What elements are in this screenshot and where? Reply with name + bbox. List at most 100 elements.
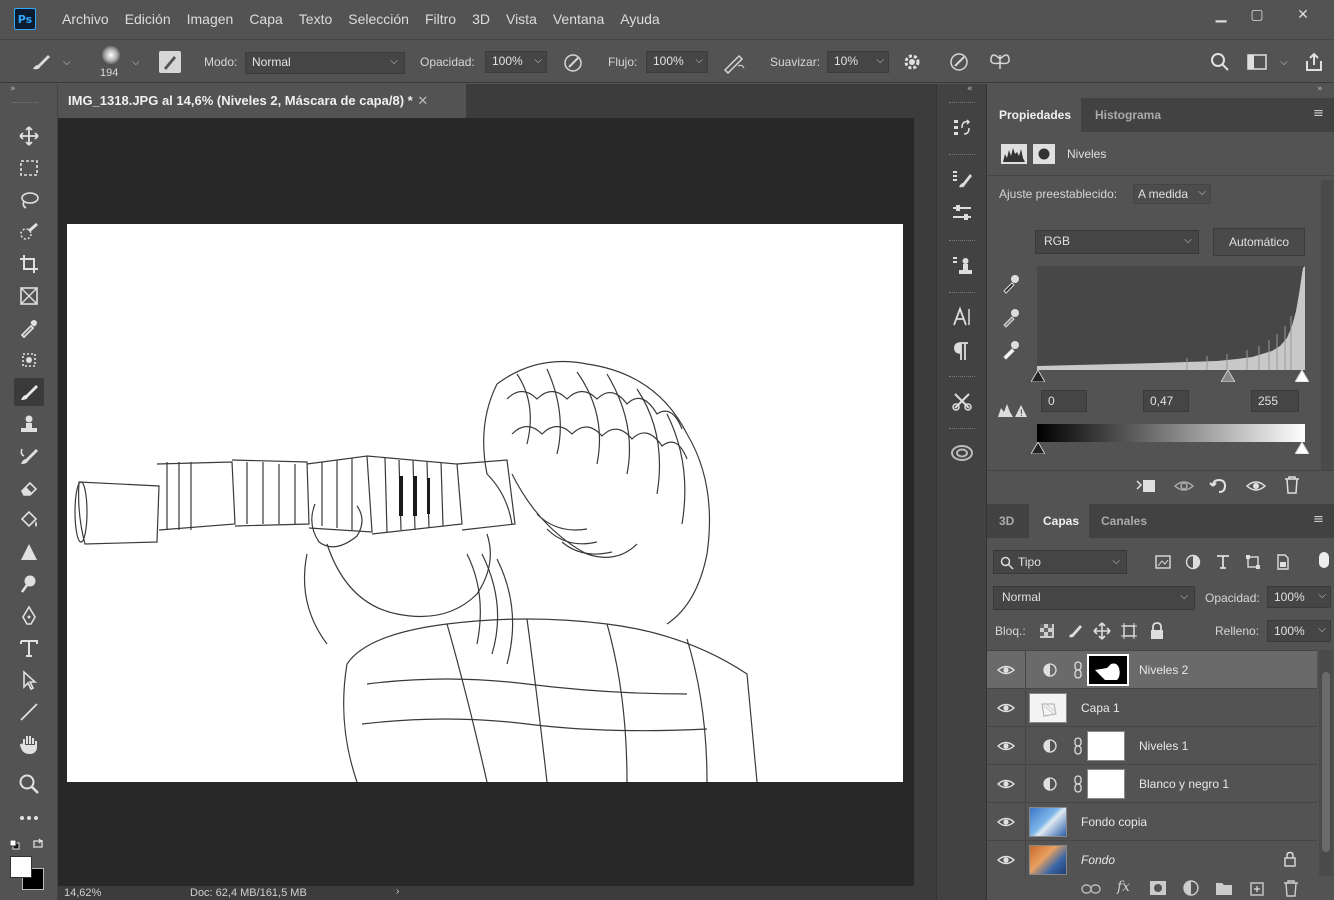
layer-row-niveles-2[interactable]: Niveles 2 — [987, 651, 1317, 689]
brush-settings-panel-icon[interactable] — [159, 51, 181, 73]
paint-bucket-tool-icon[interactable] — [14, 506, 44, 534]
black-point-eyedropper-icon[interactable] — [1001, 272, 1021, 294]
input-black-slider-handle[interactable] — [1031, 370, 1045, 382]
filter-type-layer-icon[interactable] — [1215, 553, 1231, 569]
menu-archivo[interactable]: Archivo — [62, 11, 109, 27]
lock-image-pixels-icon[interactable] — [1067, 623, 1083, 639]
default-colors-icon[interactable] — [10, 840, 20, 850]
workspace-chevron-down-icon[interactable]: ⌵ — [1280, 57, 1288, 68]
view-previous-state-icon[interactable] — [1173, 477, 1195, 495]
vertical-scrollbar[interactable] — [914, 118, 936, 886]
close-button[interactable]: ✕ — [1288, 4, 1318, 26]
new-layer-icon[interactable] — [1249, 880, 1265, 896]
share-icon[interactable] — [1303, 51, 1325, 73]
layer-thumbnail[interactable] — [1029, 693, 1067, 723]
mask-link-chain-icon[interactable] — [1073, 775, 1083, 793]
filter-smart-object-icon[interactable] — [1275, 554, 1291, 570]
eyedropper-tool-icon[interactable] — [14, 314, 44, 342]
line-tool-icon[interactable] — [14, 698, 44, 726]
panel-menu-icon[interactable]: ≡ — [1313, 512, 1324, 527]
trash-icon[interactable] — [1283, 475, 1301, 495]
pen-tool-icon[interactable] — [14, 602, 44, 630]
layer-thumbnail[interactable] — [1029, 845, 1067, 875]
close-tab-icon[interactable]: ✕ — [417, 93, 428, 108]
gray-point-eyedropper-icon[interactable] — [1001, 306, 1021, 328]
output-white-slider-handle[interactable] — [1295, 442, 1309, 454]
properties-scrollbar[interactable] — [1321, 180, 1333, 470]
zoom-level[interactable]: 14,62% — [64, 887, 101, 899]
crop-tool-icon[interactable] — [14, 250, 44, 278]
output-black-slider-handle[interactable] — [1031, 442, 1045, 454]
sharpen-tool-icon[interactable] — [14, 538, 44, 566]
delete-layer-trash-icon[interactable] — [1283, 879, 1299, 897]
hand-tool-icon[interactable] — [14, 730, 44, 758]
mask-link-chain-icon[interactable] — [1073, 661, 1083, 679]
new-adjustment-layer-icon[interactable] — [1183, 880, 1199, 896]
panel-grip[interactable] — [949, 240, 975, 244]
search-icon[interactable] — [1210, 52, 1230, 72]
tab-canales[interactable]: Canales — [1091, 504, 1161, 538]
fill-input[interactable]: 100% ⌵ — [1267, 620, 1331, 642]
toggle-visibility-eye-icon[interactable] — [1245, 477, 1267, 495]
history-panel-icon[interactable] — [949, 114, 975, 140]
link-layers-icon[interactable] — [1081, 882, 1101, 896]
filter-shape-layer-icon[interactable] — [1245, 554, 1261, 570]
dodge-tool-icon[interactable] — [14, 570, 44, 598]
menu-texto[interactable]: Texto — [299, 11, 332, 27]
input-gamma-slider-handle[interactable] — [1221, 370, 1235, 382]
clone-source-panel-icon[interactable] — [949, 252, 975, 278]
fx-icon[interactable]: fx — [1117, 879, 1130, 895]
menu-capa[interactable]: Capa — [249, 11, 282, 27]
new-group-folder-icon[interactable] — [1215, 880, 1233, 896]
channel-select[interactable]: RGB ⌵ — [1035, 230, 1199, 254]
frame-tool-icon[interactable] — [14, 282, 44, 310]
lasso-tool-icon[interactable] — [14, 186, 44, 214]
minimize-button[interactable]: ▁ — [1206, 4, 1236, 26]
layer-row-capa-1[interactable]: Capa 1 — [987, 689, 1317, 727]
visibility-eye-icon[interactable] — [997, 663, 1015, 677]
menu-vista[interactable]: Vista — [506, 11, 537, 27]
layer-mask-thumbnail[interactable] — [1087, 769, 1125, 799]
character-panel-icon[interactable] — [949, 304, 975, 330]
layer-thumbnail[interactable] — [1029, 807, 1067, 837]
document-canvas-image[interactable] — [67, 224, 903, 782]
lock-icon[interactable] — [1283, 851, 1297, 867]
panel-grip[interactable] — [949, 376, 975, 380]
brush-tool-icon[interactable] — [30, 52, 52, 72]
filter-pixel-layer-icon[interactable] — [1155, 554, 1171, 570]
document-tab[interactable]: IMG_1318.JPG al 14,6% (Niveles 2, Máscar… — [58, 84, 466, 118]
reset-icon[interactable] — [1209, 476, 1229, 496]
input-white-slider-handle[interactable] — [1295, 370, 1309, 382]
clip-to-layer-icon[interactable] — [1135, 477, 1157, 495]
tab-propiedades[interactable]: Propiedades — [987, 98, 1081, 132]
canvas-area[interactable] — [58, 118, 914, 886]
flow-input[interactable]: 100% ⌵ — [646, 51, 708, 73]
visibility-eye-icon[interactable] — [997, 853, 1015, 867]
clone-stamp-tool-icon[interactable] — [14, 410, 44, 438]
path-selection-tool-icon[interactable] — [14, 666, 44, 694]
lock-position-icon[interactable] — [1093, 622, 1111, 640]
paragraph-panel-icon[interactable] — [949, 338, 975, 364]
panel-grip[interactable] — [949, 428, 975, 432]
chevron-right-icon[interactable]: › — [396, 886, 399, 897]
layer-row-niveles-1[interactable]: Niveles 1 — [987, 727, 1317, 765]
layer-mask-thumbnail[interactable] — [1087, 654, 1129, 686]
visibility-eye-icon[interactable] — [997, 701, 1015, 715]
mask-link-chain-icon[interactable] — [1073, 737, 1083, 755]
adjustments-panel-icon[interactable] — [949, 200, 975, 226]
move-tool-icon[interactable] — [14, 122, 44, 150]
collapse-arrows-icon[interactable]: » — [10, 84, 16, 94]
collapse-panels-icon[interactable]: » — [1317, 84, 1323, 94]
layer-mask-icon[interactable] — [1033, 144, 1055, 164]
foreground-color-swatch[interactable] — [10, 856, 32, 878]
gear-icon[interactable] — [902, 52, 922, 72]
pressure-opacity-icon[interactable] — [562, 52, 584, 74]
layer-row-fondo-copia[interactable]: Fondo copia — [987, 803, 1317, 841]
expand-panels-icon[interactable]: « — [967, 84, 973, 94]
filter-adjustment-layer-icon[interactable] — [1185, 554, 1201, 570]
menu-seleccion[interactable]: Selección — [348, 11, 409, 27]
brush-preview-icon[interactable] — [102, 46, 120, 64]
symmetry-butterfly-icon[interactable] — [988, 51, 1012, 73]
spot-healing-tool-icon[interactable] — [14, 346, 44, 374]
pressure-size-icon[interactable] — [948, 51, 970, 73]
